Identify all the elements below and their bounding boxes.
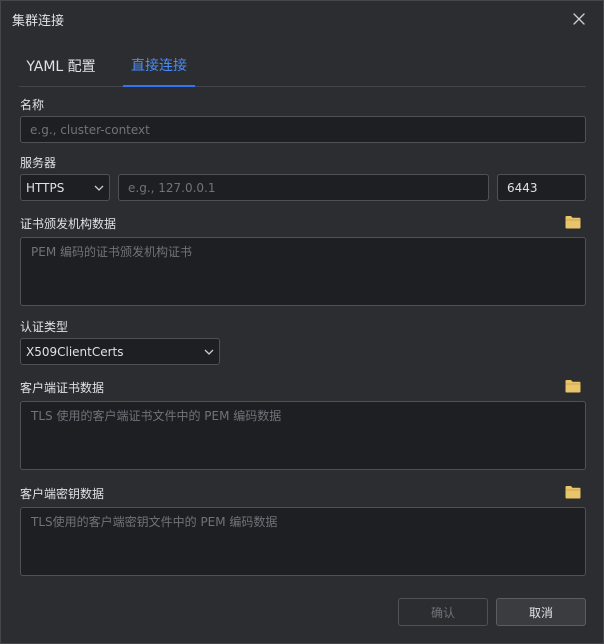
close-icon — [573, 13, 585, 25]
dialog-title: 集群连接 — [12, 14, 65, 29]
protocol-value: HTTPS — [26, 180, 65, 195]
tab-direct-connect[interactable]: 直接连接 — [123, 45, 195, 87]
client-key-textarea[interactable] — [20, 507, 586, 576]
ca-data-textarea[interactable] — [20, 237, 586, 306]
chevron-down-icon — [204, 349, 214, 355]
title-bar: 集群连接 — [1, 1, 603, 35]
server-label: 服务器 — [20, 156, 57, 170]
folder-icon[interactable] — [565, 215, 581, 229]
folder-icon[interactable] — [565, 485, 581, 499]
name-label: 名称 — [20, 98, 45, 112]
host-input[interactable] — [118, 174, 489, 201]
auth-type-label: 认证类型 — [20, 320, 69, 334]
auth-type-select[interactable]: X509ClientCerts — [20, 338, 220, 365]
client-cert-textarea[interactable] — [20, 401, 586, 470]
cluster-connection-dialog: 集群连接 YAML 配置 直接连接 名称 服务器 HTTPS 证书颁发机构数据 … — [0, 0, 604, 644]
auth-type-value: X509ClientCerts — [26, 344, 124, 359]
name-input[interactable] — [20, 116, 586, 143]
protocol-select[interactable]: HTTPS — [20, 174, 110, 201]
cancel-button[interactable]: 取消 — [496, 598, 586, 626]
client-key-label: 客户端密钥数据 — [20, 487, 105, 501]
port-input[interactable] — [497, 174, 586, 201]
ca-data-label: 证书颁发机构数据 — [20, 217, 117, 231]
close-button[interactable] — [568, 8, 590, 30]
confirm-button[interactable]: 确认 — [398, 598, 488, 626]
tab-yaml-config[interactable]: YAML 配置 — [19, 45, 103, 86]
tab-bar: YAML 配置 直接连接 — [19, 45, 586, 87]
client-cert-label: 客户端证书数据 — [20, 381, 105, 395]
folder-icon[interactable] — [565, 379, 581, 393]
chevron-down-icon — [94, 185, 104, 191]
